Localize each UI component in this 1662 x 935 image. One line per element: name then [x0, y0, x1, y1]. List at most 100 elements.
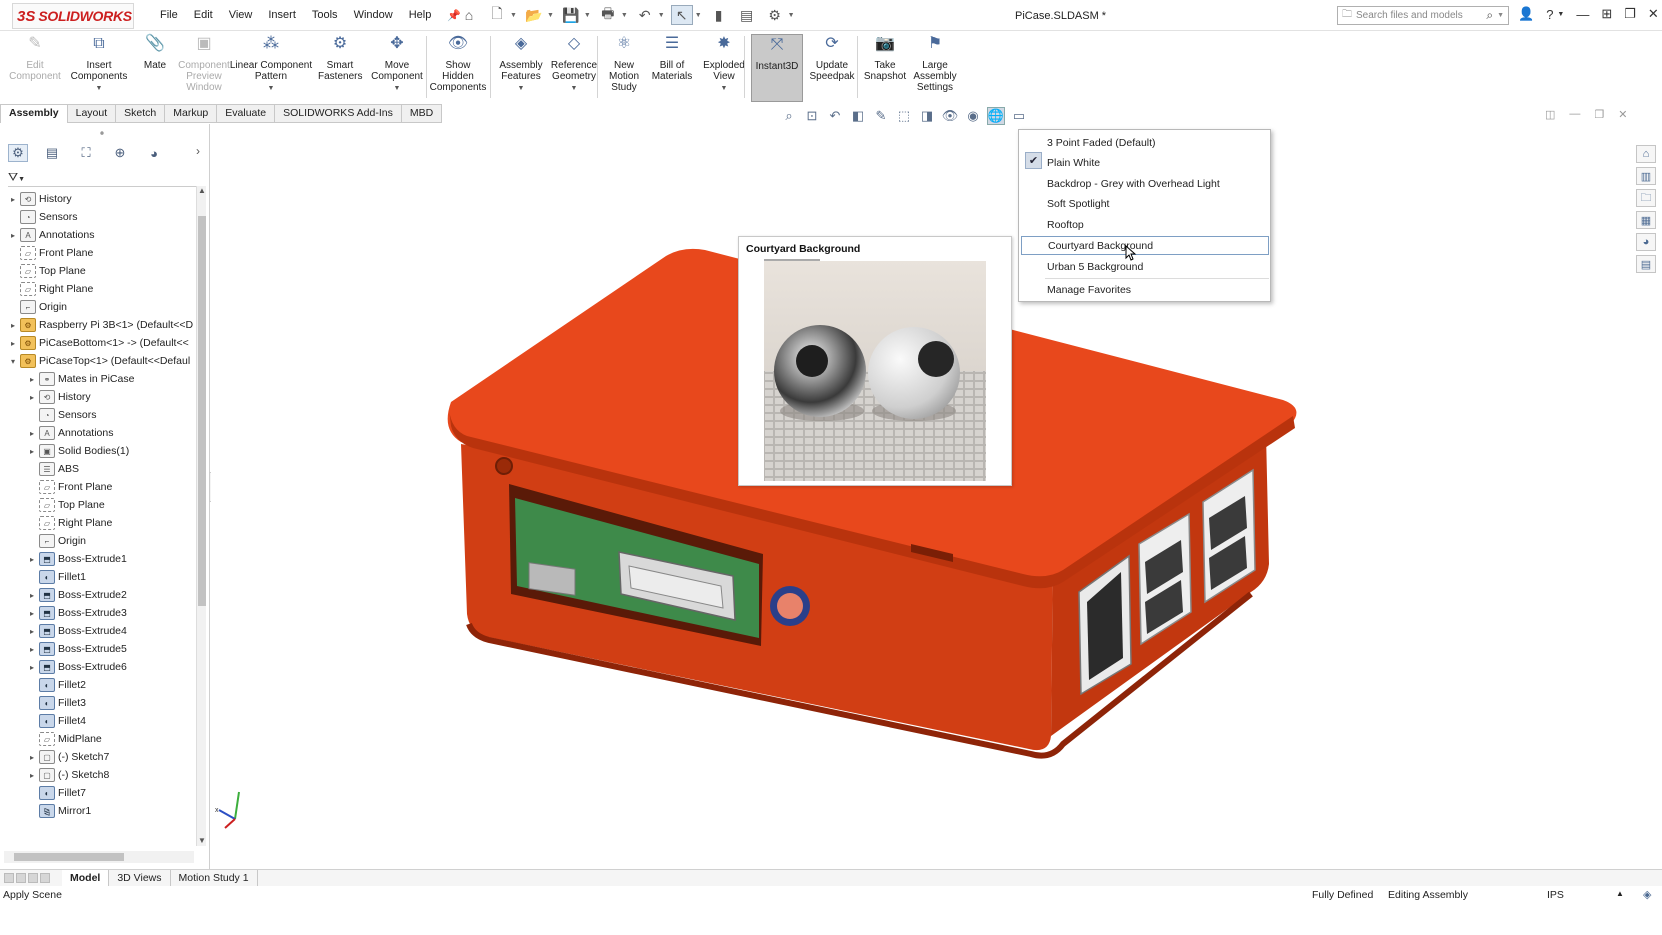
tree-item[interactable]: ▾ ⚙ PiCaseTop<1> (Default<<Defaul	[8, 352, 190, 370]
tree-horizontal-scrollbar[interactable]	[4, 851, 194, 863]
tab-sketch[interactable]: Sketch	[116, 104, 166, 123]
edit-appearance-icon[interactable]: ◉	[964, 107, 982, 125]
tab-evaluate[interactable]: Evaluate	[217, 104, 276, 123]
display-style-icon[interactable]: ◨	[918, 107, 936, 125]
tree-item[interactable]: ▸ ⚙ PiCaseBottom<1> -> (Default<<	[8, 334, 189, 352]
expand-arrow-icon[interactable]: ▸	[27, 753, 37, 762]
tree-item[interactable]: ◐ Fillet2	[27, 676, 86, 694]
tree-item[interactable]: ▸ ⚭ Mates in PiCase	[27, 370, 134, 388]
expand-arrow-icon[interactable]: ▸	[8, 339, 18, 348]
tree-item[interactable]: ⌐ Origin	[8, 298, 67, 316]
expand-arrow-icon[interactable]: ▸	[27, 771, 37, 780]
tab-model[interactable]: Model	[62, 870, 110, 886]
scene-item-courtyard-background[interactable]: Courtyard Background	[1021, 236, 1269, 255]
view-settings-icon[interactable]: ▭	[1010, 107, 1028, 125]
section-view-icon[interactable]: ◧	[849, 107, 867, 125]
scene-item-3-point-faded[interactable]: 3 Point Faded (Default)	[1047, 133, 1156, 152]
custom-properties-icon[interactable]: ▤	[1636, 255, 1656, 273]
tree-item[interactable]: ▱ Right Plane	[27, 514, 112, 532]
scroll-up-icon[interactable]: ▲	[198, 186, 206, 195]
prev-tab-icon[interactable]	[16, 873, 26, 883]
file-explorer-icon[interactable]: 🗀	[1636, 189, 1656, 207]
save-icon[interactable]: 💾	[560, 5, 582, 25]
tree-item[interactable]: ◔ Sensors	[8, 208, 78, 226]
tree-item[interactable]: ▸ ⬒ Boss-Extrude3	[27, 604, 127, 622]
chevron-right-icon[interactable]: ›	[196, 144, 200, 158]
manage-favorites-item[interactable]: Manage Favorites	[1047, 280, 1131, 299]
tree-item[interactable]: ▱ Right Plane	[8, 280, 93, 298]
ribbon-button-edit-component[interactable]: ✎ Edit Component	[8, 36, 62, 83]
tab-markup[interactable]: Markup	[165, 104, 218, 123]
feature-manager-tab-icon[interactable]: ⚙	[8, 144, 28, 162]
select-cursor-icon[interactable]: ↖	[670, 5, 693, 25]
chevron-down-icon[interactable]: ▼	[584, 12, 591, 19]
tree-item[interactable]: ▸ ⬒ Boss-Extrude1	[27, 550, 127, 568]
scroll-down-icon[interactable]: ▼	[198, 836, 206, 845]
tree-item[interactable]: ◔ Sensors	[27, 406, 97, 424]
tree-vertical-scrollbar[interactable]: ▲ ▼	[196, 186, 206, 846]
tree-item[interactable]: ⧎ Mirror1	[27, 802, 91, 820]
expand-arrow-icon[interactable]: ▸	[27, 645, 37, 654]
tab-motion-study-1[interactable]: Motion Study 1	[171, 870, 258, 886]
ribbon-button-speedpak[interactable]: ⟳ Update Speedpak	[808, 36, 856, 83]
chevron-down-icon[interactable]: ▼	[226, 83, 316, 94]
print-icon[interactable]: 🖶	[597, 5, 619, 25]
minimize-icon[interactable]: —	[1569, 108, 1580, 121]
expand-arrow-icon[interactable]: ▸	[27, 429, 37, 438]
ribbon-button-bom[interactable]: ☰ Bill of Materials	[650, 36, 694, 83]
tree-item[interactable]: ▸ ⬒ Boss-Extrude5	[27, 640, 127, 658]
tab-3d-views[interactable]: 3D Views	[109, 870, 171, 886]
collapse-arrow-icon[interactable]: ▾	[8, 357, 18, 366]
tree-item[interactable]: ▸ ⬒ Boss-Extrude4	[27, 622, 127, 640]
chevron-down-icon[interactable]: ▼	[368, 83, 426, 94]
ribbon-button-smart-fasteners[interactable]: ⚙ Smart Fasteners	[318, 36, 362, 83]
expand-arrow-icon[interactable]: ▸	[8, 195, 18, 204]
expand-arrow-icon[interactable]: ▸	[27, 609, 37, 618]
open-folder-icon[interactable]: 📂	[523, 5, 545, 25]
chevron-down-icon[interactable]: ▼	[788, 12, 795, 19]
chevron-down-icon[interactable]: ▼	[547, 12, 554, 19]
next-tab-icon[interactable]	[28, 873, 38, 883]
tree-item[interactable]: ◐ Fillet7	[27, 784, 86, 802]
tree-item[interactable]: ▸ ⬒ Boss-Extrude6	[27, 658, 127, 676]
view-orientation-icon[interactable]: ⬚	[895, 107, 913, 125]
ribbon-button-move-component[interactable]: ✥ Move Component ▼	[368, 36, 426, 94]
status-info-icon[interactable]: ◈	[1643, 888, 1651, 901]
solidworks-logo[interactable]: 3S SOLIDWORKS	[12, 3, 134, 29]
expand-arrow-icon[interactable]: ▸	[27, 627, 37, 636]
split-view-icon[interactable]: ◫	[1545, 108, 1555, 121]
search-scope-icon[interactable]: 🗀	[1342, 7, 1352, 24]
dimxpert-tab-icon[interactable]: ⊕	[110, 144, 130, 162]
previous-view-icon[interactable]: ↶	[826, 107, 844, 125]
new-document-icon[interactable]: 🗋	[486, 5, 508, 25]
property-manager-tab-icon[interactable]: ▤	[42, 144, 62, 162]
ribbon-button-large-assembly[interactable]: ⚑ Large Assembly Settings	[912, 36, 958, 94]
tree-item[interactable]: ◐ Fillet4	[27, 712, 86, 730]
tree-item[interactable]: ▱ Top Plane	[27, 496, 105, 514]
menu-window[interactable]: Window	[354, 9, 393, 22]
dynamic-annotation-icon[interactable]: ✎	[872, 107, 890, 125]
chevron-up-icon[interactable]: ▲	[1616, 889, 1624, 898]
tree-item[interactable]: ▱ Front Plane	[27, 478, 112, 496]
chevron-down-icon[interactable]: ▼	[549, 83, 599, 94]
ribbon-button-exploded-view[interactable]: ✸ Exploded View ▼	[698, 36, 750, 94]
expand-arrow-icon[interactable]: ▸	[8, 231, 18, 240]
chevron-down-icon[interactable]: ▼	[510, 12, 517, 19]
tab-layout[interactable]: Layout	[67, 104, 117, 123]
first-tab-icon[interactable]	[4, 873, 14, 883]
search-icon[interactable]: ⌕	[1486, 8, 1493, 23]
tile-icon[interactable]: ⊞	[1601, 6, 1612, 22]
file-properties-icon[interactable]: ▤	[736, 5, 758, 25]
expand-arrow-icon[interactable]: ▸	[27, 555, 37, 564]
menu-view[interactable]: View	[229, 9, 253, 22]
help-icon[interactable]: ?	[1546, 7, 1553, 22]
expand-arrow-icon[interactable]: ▸	[27, 591, 37, 600]
expand-arrow-icon[interactable]: ▸	[27, 447, 37, 456]
tree-item[interactable]: ▱ Top Plane	[8, 262, 86, 280]
ribbon-button-instant3d[interactable]: ⤧ Instant3D	[751, 34, 803, 102]
menu-edit[interactable]: Edit	[194, 9, 213, 22]
expand-arrow-icon[interactable]: ▸	[27, 375, 37, 384]
chevron-down-icon[interactable]: ▼	[621, 12, 628, 19]
hide-show-items-icon[interactable]: 👁	[941, 107, 959, 125]
options-gear-icon[interactable]: ⚙	[764, 5, 786, 25]
